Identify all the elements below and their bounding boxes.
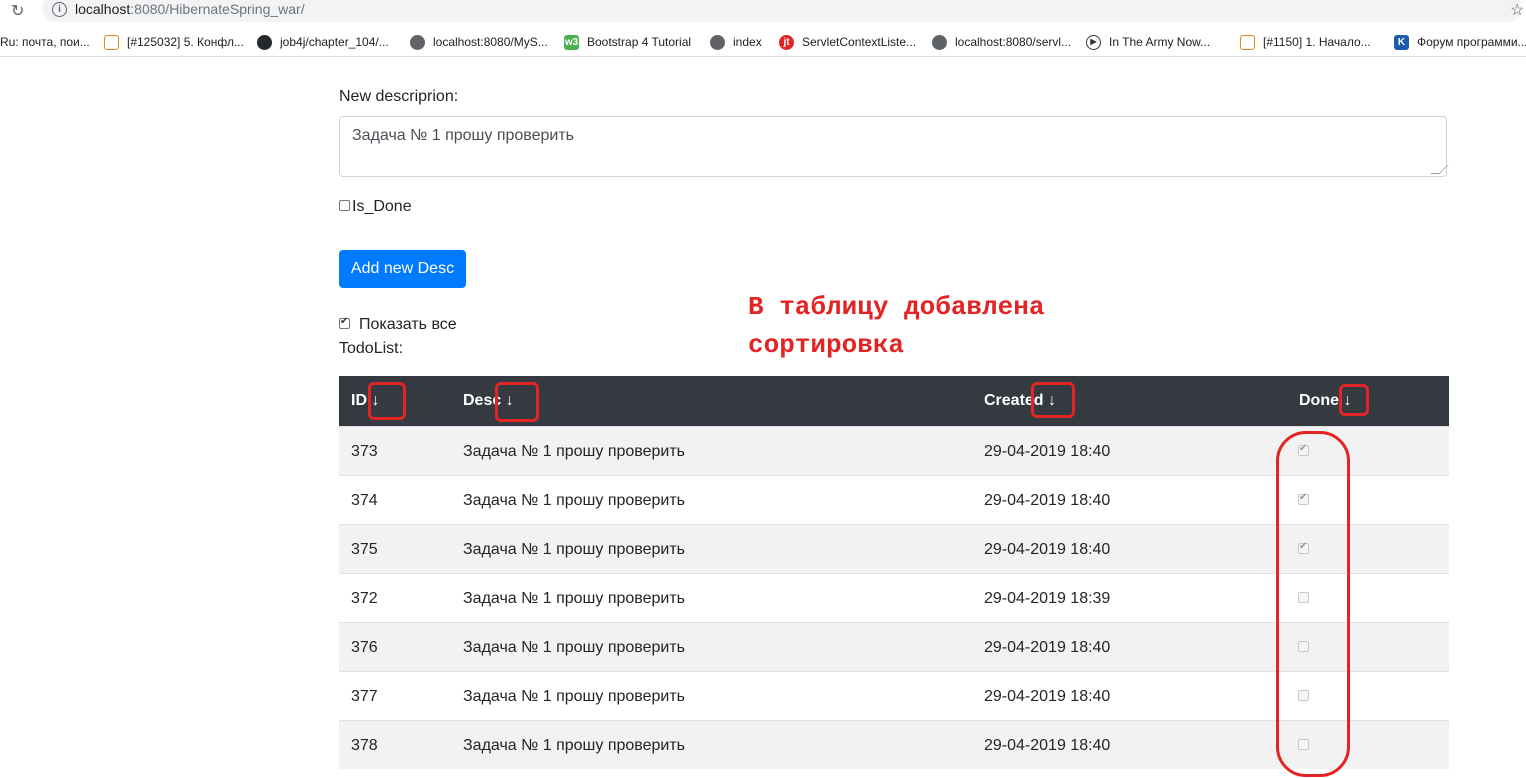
cell-desc: Задача № 1 прошу проверить [463, 639, 685, 656]
highlight-box [495, 382, 539, 422]
task-icon [1240, 34, 1255, 50]
bookmark-item[interactable]: job4j/chapter_104/... [257, 33, 389, 51]
github-icon [257, 34, 272, 50]
bookmark-item[interactable]: ▶ In The Army Now... [1086, 33, 1210, 51]
bookmark-item[interactable]: [#125032] 5. Конфл... [104, 33, 244, 51]
cell-id: 375 [351, 541, 378, 558]
show-all-checkbox[interactable] [339, 316, 350, 329]
highlight-box [1339, 384, 1369, 416]
annotation-line: сортировка [748, 330, 905, 360]
globe-icon [410, 34, 425, 50]
cell-desc: Задача № 1 прошу проверить [463, 492, 685, 509]
cell-desc: Задача № 1 прошу проверить [463, 688, 685, 705]
description-textarea[interactable]: Задача № 1 прошу проверить [339, 116, 1449, 177]
bookmark-label: localhost:8080/servl... [955, 35, 1072, 49]
bookmark-label: Форум программи... [1417, 35, 1526, 49]
bookmark-item[interactable]: localhost:8080/MyS... [410, 33, 548, 51]
todolist-title: TodoList: [339, 340, 404, 357]
resize-grip-icon[interactable] [1430, 165, 1449, 174]
annotation-line: В таблицу добавлена [748, 292, 1045, 322]
bookmark-label: ServletContextListe... [802, 35, 917, 49]
cell-id: 373 [351, 443, 378, 460]
cell-created: 29-04-2019 18:40 [984, 639, 1111, 656]
header-label: Done [1299, 392, 1339, 409]
video-icon: ▶ [1086, 34, 1101, 50]
bookmark-label: In The Army Now... [1109, 35, 1211, 49]
bookmark-star-icon[interactable]: ☆ [1510, 0, 1524, 20]
highlight-oval [1276, 431, 1350, 777]
cell-created: 29-04-2019 18:40 [984, 541, 1111, 558]
is-done-checkbox[interactable] [339, 200, 350, 211]
globe-icon [932, 34, 947, 50]
description-label: New descriprion: [339, 88, 459, 105]
cell-id: 378 [351, 737, 378, 754]
w3-icon: w3 [564, 34, 579, 50]
bookmark-item[interactable]: K Форум программи... [1394, 33, 1526, 51]
cell-id: 372 [351, 590, 378, 607]
bookmark-label: localhost:8080/MyS... [433, 35, 548, 49]
cell-desc: Задача № 1 прошу проверить [463, 443, 685, 460]
globe-icon [710, 34, 725, 50]
description-value: Задача № 1 прошу проверить [352, 127, 574, 144]
cell-id: 376 [351, 639, 378, 656]
is-done-label: Is_Done [352, 198, 412, 215]
cell-created: 29-04-2019 18:40 [984, 688, 1111, 705]
bookmark-label: Bootstrap 4 Tutorial [587, 35, 692, 49]
cyberforum-icon: K [1394, 34, 1409, 50]
url-host: localhost [75, 1, 131, 17]
bookmark-label: [#125032] 5. Конфл... [127, 35, 244, 49]
bookmark-item[interactable]: Ru: почта, пои... [0, 33, 90, 51]
bookmark-label: [#1150] 1. Начало... [1263, 35, 1371, 49]
highlight-box [368, 382, 406, 420]
bookmark-label: Ru: почта, пои... [0, 35, 90, 49]
info-icon[interactable]: i [52, 2, 67, 17]
bookmark-item[interactable]: localhost:8080/servl... [932, 33, 1071, 51]
cell-desc: Задача № 1 прошу проверить [463, 737, 685, 754]
url-text[interactable]: localhost:8080/HibernateSpring_war/ [75, 1, 305, 17]
reload-icon[interactable]: ↻ [11, 1, 24, 21]
cell-created: 29-04-2019 18:40 [984, 492, 1111, 509]
cell-desc: Задача № 1 прошу проверить [463, 541, 685, 558]
javatpoint-icon: jt [779, 34, 794, 50]
cell-desc: Задача № 1 прошу проверить [463, 590, 685, 607]
browser-address-bar: ↻ i localhost:8080/HibernateSpring_war/ … [0, 0, 1526, 22]
bookmark-label: job4j/chapter_104/... [280, 35, 389, 49]
bookmarks-bar: Ru: почта, пои... [#125032] 5. Конфл... … [0, 28, 1526, 57]
cell-created: 29-04-2019 18:40 [984, 443, 1111, 460]
bookmark-label: index [733, 35, 762, 49]
url-path: :8080/HibernateSpring_war/ [130, 1, 305, 17]
add-new-desc-button[interactable]: Add new Desc [339, 250, 466, 288]
show-all-label: Показать все [359, 316, 457, 333]
highlight-box [1031, 382, 1075, 418]
bookmark-item[interactable]: jt ServletContextListe... [779, 33, 916, 51]
cell-created: 29-04-2019 18:40 [984, 737, 1111, 754]
bookmark-item[interactable]: index [710, 33, 762, 51]
annotation-text: В таблицу добавлена сортировка [748, 288, 1044, 364]
bookmark-item[interactable]: w3 Bootstrap 4 Tutorial [564, 33, 691, 51]
cell-id: 374 [351, 492, 378, 509]
header-label: ID [351, 392, 367, 409]
task-icon [104, 34, 119, 50]
cell-id: 377 [351, 688, 378, 705]
bookmark-item[interactable]: [#1150] 1. Начало... [1240, 33, 1371, 51]
cell-created: 29-04-2019 18:39 [984, 590, 1111, 607]
